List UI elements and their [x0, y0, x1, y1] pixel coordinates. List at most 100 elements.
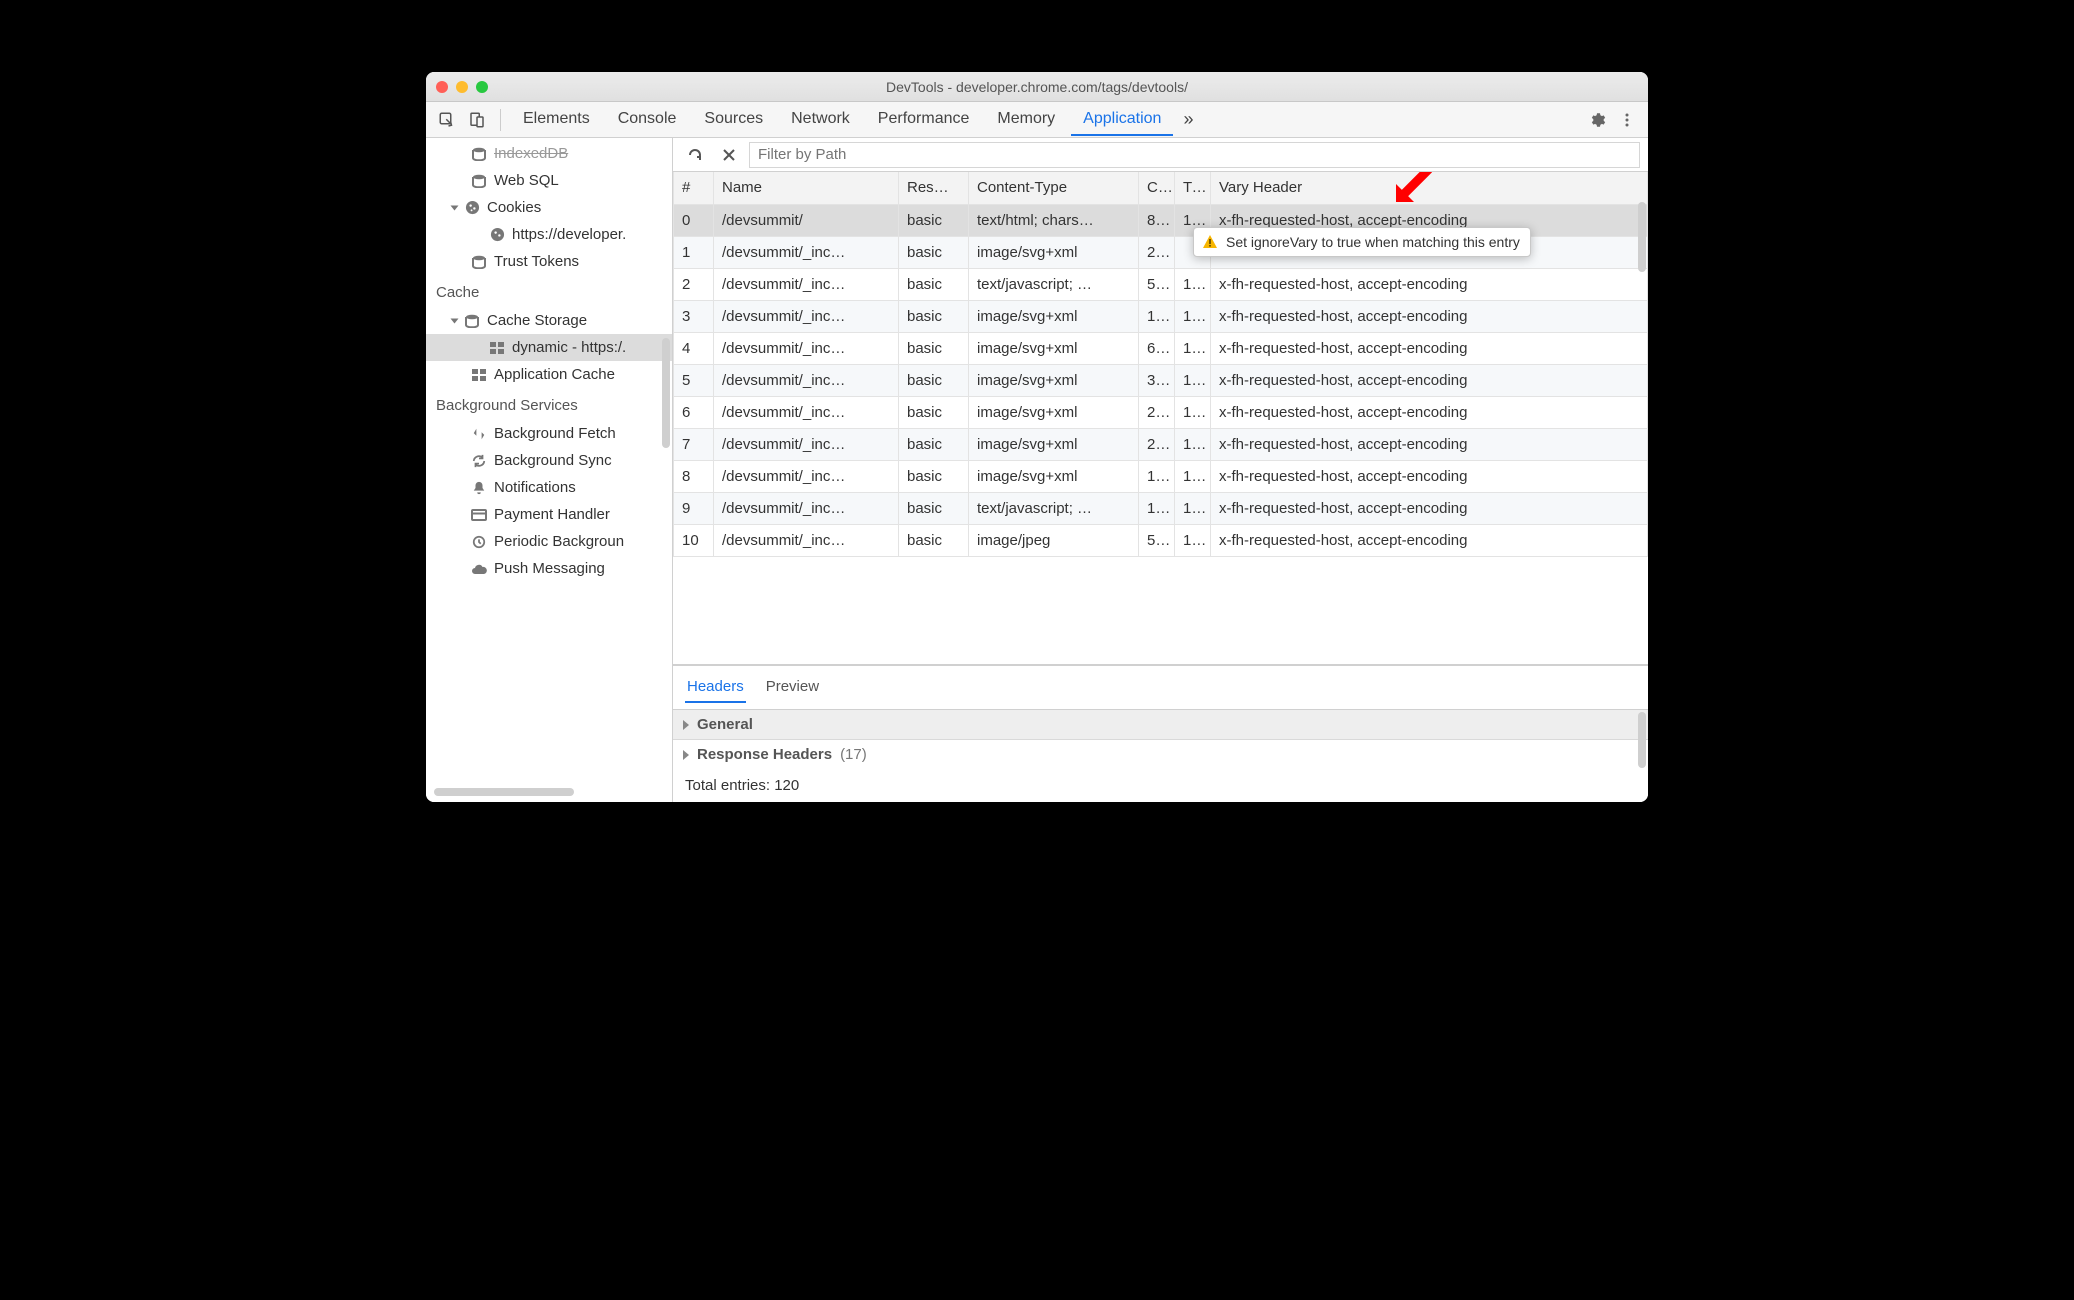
minimize-window-button[interactable]	[456, 81, 468, 93]
refresh-button[interactable]	[681, 141, 709, 169]
cell-cl: 2…	[1139, 396, 1175, 428]
sidebar-item-cookie-origin[interactable]: https://developer.	[426, 221, 672, 248]
tab-console[interactable]: Console	[606, 104, 689, 136]
cell-name: /devsummit/_inc…	[714, 236, 899, 268]
cell-name: /devsummit/_inc…	[714, 396, 899, 428]
device-toggle-icon[interactable]	[464, 107, 490, 133]
section-title: Response Headers	[697, 746, 832, 763]
tab-application[interactable]: Application	[1071, 104, 1173, 136]
cell-name: /devsummit/_inc…	[714, 268, 899, 300]
tab-network[interactable]: Network	[779, 104, 862, 136]
table-row[interactable]: 8/devsummit/_inc…basicimage/svg+xml1…1…x…	[674, 460, 1648, 492]
titlebar: DevTools - developer.chrome.com/tags/dev…	[426, 72, 1648, 102]
settings-icon[interactable]	[1584, 107, 1610, 133]
sidebar-item-periodic[interactable]: Periodic Backgroun	[426, 528, 672, 555]
close-window-button[interactable]	[436, 81, 448, 93]
table-header-row: # Name Res… Content-Type C.. Ti… Vary He…	[674, 172, 1648, 204]
col-header-content-type[interactable]: Content-Type	[969, 172, 1139, 204]
cell-cl: 1…	[1139, 492, 1175, 524]
table-row[interactable]: 5/devsummit/_inc…basicimage/svg+xml3…1…x…	[674, 364, 1648, 396]
cell-tc: 1…	[1175, 300, 1211, 332]
cell-ct: image/svg+xml	[969, 332, 1139, 364]
section-response-headers[interactable]: Response Headers (17)	[673, 740, 1648, 769]
sidebar-item-label: Background Sync	[494, 452, 612, 469]
cell-tc: 1…	[1175, 332, 1211, 364]
col-header-response[interactable]: Res…	[899, 172, 969, 204]
table-row[interactable]: 7/devsummit/_inc…basicimage/svg+xml2…1…x…	[674, 428, 1648, 460]
col-header-index[interactable]: #	[674, 172, 714, 204]
sidebar-item-label: Cookies	[487, 199, 541, 216]
sidebar-item-label: IndexedDB	[494, 145, 568, 162]
details-tab-preview[interactable]: Preview	[764, 672, 821, 703]
inspect-element-icon[interactable]	[434, 107, 460, 133]
database-icon	[470, 254, 488, 270]
sidebar-item-cache-entry[interactable]: dynamic - https:/.	[426, 334, 672, 361]
col-header-name[interactable]: Name	[714, 172, 899, 204]
sidebar-item-bg-sync[interactable]: Background Sync	[426, 447, 672, 474]
cell-cl: 5…	[1139, 268, 1175, 300]
table-row[interactable]: 2/devsummit/_inc…basictext/javascript; ……	[674, 268, 1648, 300]
window-title: DevTools - developer.chrome.com/tags/dev…	[886, 79, 1188, 95]
details-scrollbar[interactable]	[1638, 712, 1646, 768]
bell-icon	[470, 480, 488, 496]
disclosure-triangle-icon[interactable]	[451, 318, 459, 323]
cell-response: basic	[899, 364, 969, 396]
sidebar-item-app-cache[interactable]: Application Cache	[426, 361, 672, 388]
cell-ct: text/javascript; …	[969, 492, 1139, 524]
cell-name: /devsummit/_inc…	[714, 300, 899, 332]
clock-icon	[470, 534, 488, 550]
sidebar-item-notifications[interactable]: Notifications	[426, 474, 672, 501]
table-row[interactable]: 3/devsummit/_inc…basicimage/svg+xml1…1…x…	[674, 300, 1648, 332]
col-header-vary[interactable]: Vary Header	[1211, 172, 1648, 204]
table-row[interactable]: 9/devsummit/_inc…basictext/javascript; ……	[674, 492, 1648, 524]
maximize-window-button[interactable]	[476, 81, 488, 93]
section-title: General	[697, 716, 753, 733]
sidebar-item-websql[interactable]: Web SQL	[426, 167, 672, 194]
tabs-overflow-icon[interactable]: »	[1177, 105, 1199, 134]
tab-sources[interactable]: Sources	[692, 104, 775, 136]
cell-idx: 2	[674, 268, 714, 300]
tab-performance[interactable]: Performance	[866, 104, 982, 136]
cell-response: basic	[899, 332, 969, 364]
sidebar-scrollbar[interactable]	[662, 338, 670, 448]
cell-idx: 4	[674, 332, 714, 364]
cell-cl: 3…	[1139, 364, 1175, 396]
col-header-content-length[interactable]: C..	[1139, 172, 1175, 204]
cell-response: basic	[899, 300, 969, 332]
transfer-icon	[470, 426, 488, 442]
sidebar-item-label: Periodic Backgroun	[494, 533, 624, 550]
cell-ct: image/svg+xml	[969, 396, 1139, 428]
cell-idx: 3	[674, 300, 714, 332]
sync-icon	[470, 453, 488, 469]
sidebar-item-trust-tokens[interactable]: Trust Tokens	[426, 248, 672, 275]
table-row[interactable]: 6/devsummit/_inc…basicimage/svg+xml2…1…x…	[674, 396, 1648, 428]
filter-input[interactable]	[749, 142, 1640, 168]
col-header-time-cached[interactable]: Ti…	[1175, 172, 1211, 204]
cell-idx: 9	[674, 492, 714, 524]
table-row[interactable]: 10/devsummit/_inc…basicimage/jpeg5…1…x-f…	[674, 524, 1648, 556]
sidebar-item-indexeddb[interactable]: IndexedDB	[426, 140, 672, 167]
sidebar-h-scrollbar[interactable]	[434, 788, 574, 796]
cell-name: /devsummit/_inc…	[714, 524, 899, 556]
sidebar-item-push[interactable]: Push Messaging	[426, 555, 672, 582]
table-scrollbar[interactable]	[1638, 202, 1646, 272]
sidebar-item-label: Cache Storage	[487, 312, 587, 329]
tab-elements[interactable]: Elements	[511, 104, 602, 136]
details-pane: Headers Preview General Response Headers…	[673, 665, 1648, 802]
tab-memory[interactable]: Memory	[985, 104, 1067, 136]
sidebar-item-cache-storage[interactable]: Cache Storage	[426, 307, 672, 334]
cell-cl: 2…	[1139, 236, 1175, 268]
cell-name: /devsummit/_inc…	[714, 428, 899, 460]
cell-idx: 5	[674, 364, 714, 396]
delete-button[interactable]	[715, 141, 743, 169]
cell-vary: x-fh-requested-host, accept-encoding	[1211, 268, 1648, 300]
sidebar-item-bg-fetch[interactable]: Background Fetch	[426, 420, 672, 447]
table-row[interactable]: 4/devsummit/_inc…basicimage/svg+xml6…1…x…	[674, 332, 1648, 364]
kebab-menu-icon[interactable]	[1614, 107, 1640, 133]
details-tab-headers[interactable]: Headers	[685, 672, 746, 703]
sidebar-item-cookies[interactable]: Cookies	[426, 194, 672, 221]
sidebar-item-payment[interactable]: Payment Handler	[426, 501, 672, 528]
cookie-icon	[463, 200, 481, 216]
section-general[interactable]: General	[673, 710, 1648, 740]
disclosure-triangle-icon[interactable]	[451, 205, 459, 210]
